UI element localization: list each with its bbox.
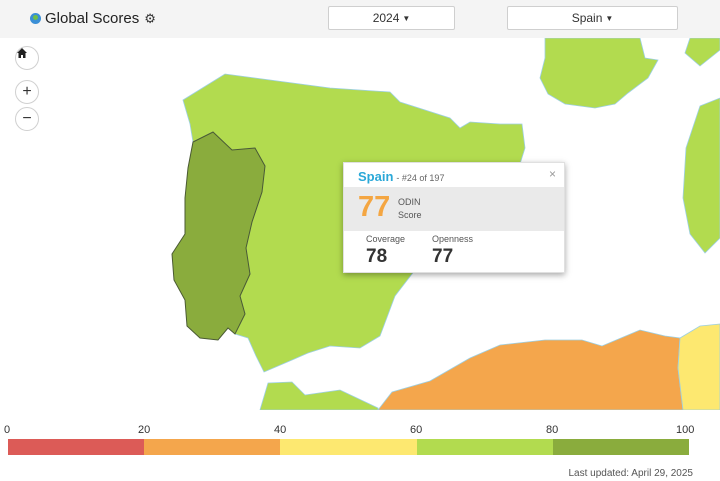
legend-tick: 100 <box>676 424 695 436</box>
tooltip-country-name[interactable]: Spain <box>358 169 393 184</box>
caret-down-icon: ▼ <box>605 13 614 23</box>
year-dropdown[interactable]: 2024 ▼ <box>328 6 455 30</box>
legend-segment-0-20[interactable] <box>8 439 145 455</box>
year-dropdown-value: 2024 <box>372 11 400 25</box>
openness-metric: Openness 77 <box>432 234 473 268</box>
caret-down-icon: ▼ <box>402 13 411 23</box>
zoom-in-button[interactable]: + <box>15 80 39 104</box>
odin-score-value: 77 <box>358 191 391 223</box>
score-band: 77 ODIN Score <box>344 187 564 231</box>
close-icon[interactable]: × <box>549 167 556 181</box>
legend-tick: 40 <box>274 424 287 436</box>
plus-icon: + <box>22 83 32 100</box>
odin-score-label: ODIN Score <box>398 197 422 220</box>
coverage-label: Coverage <box>366 234 406 244</box>
legend-segment-20-40[interactable] <box>144 439 281 455</box>
country-island-right[interactable] <box>682 97 720 254</box>
tooltip-header: Spain - #24 of 197 <box>358 169 444 184</box>
zoom-out-button[interactable]: − <box>15 107 39 131</box>
legend-segment-60-80[interactable] <box>416 439 553 455</box>
legend-tick: 0 <box>4 424 11 436</box>
title-area: Global Scores ⚙ <box>30 10 156 27</box>
country-tunisia[interactable] <box>677 323 720 410</box>
legend-segment-80-100[interactable] <box>552 439 690 455</box>
country-france[interactable] <box>539 38 659 109</box>
legend-tick-labels: 0 20 40 60 80 100 <box>0 424 720 438</box>
coverage-metric: Coverage 78 <box>366 234 405 268</box>
gear-icon[interactable]: ⚙ <box>144 11 156 27</box>
globe-icon <box>30 13 41 24</box>
country-italy[interactable] <box>684 38 720 67</box>
tooltip-rank: - #24 of 197 <box>396 173 445 183</box>
page-title: Global Scores <box>45 10 140 27</box>
legend-tick: 20 <box>138 424 151 436</box>
country-algeria[interactable] <box>377 329 684 410</box>
country-dropdown-value: Spain <box>571 11 603 25</box>
last-updated: Last updated: April 29, 2025 <box>568 468 693 479</box>
legend-color-scale <box>8 439 690 455</box>
openness-label: Openness <box>432 234 474 244</box>
top-bar: Global Scores ⚙ 2024 ▼ Spain ▼ <box>0 0 720 39</box>
country-morocco[interactable] <box>259 381 379 410</box>
legend-segment-40-60[interactable] <box>280 439 417 455</box>
legend-tick: 60 <box>410 424 423 436</box>
legend-tick: 80 <box>546 424 559 436</box>
openness-value: 77 <box>432 246 454 267</box>
home-icon <box>17 48 27 58</box>
coverage-value: 78 <box>366 246 388 267</box>
home-button[interactable] <box>15 46 39 70</box>
minus-icon: − <box>22 110 32 127</box>
country-tooltip: Spain - #24 of 197 × 77 ODIN Score Cover… <box>343 162 565 273</box>
country-dropdown[interactable]: Spain ▼ <box>507 6 678 30</box>
